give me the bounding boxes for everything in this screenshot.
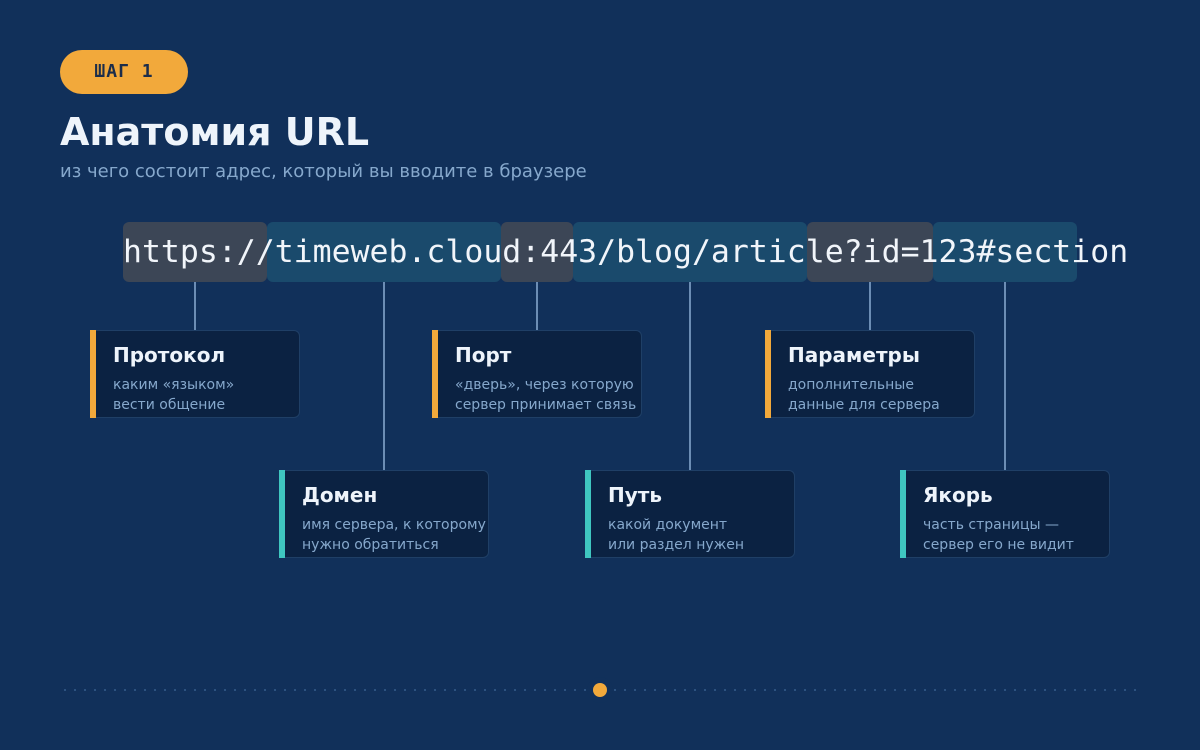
url-segment-port: :443 bbox=[521, 234, 598, 270]
page-subtitle: из чего состоит адрес, который вы вводит… bbox=[60, 161, 587, 182]
url-segment-domain: timeweb.cloud bbox=[274, 234, 522, 270]
card-domain: Домен имя сервера, к которому нужно обрат… bbox=[279, 470, 489, 558]
card-accent-bar bbox=[900, 470, 906, 558]
card-description: часть страницы — сервер его не видит bbox=[923, 517, 1074, 553]
url-segment-path: /blog/article bbox=[597, 234, 844, 270]
card-title: Якорь bbox=[923, 483, 993, 507]
card-title: Путь bbox=[608, 483, 663, 507]
url-segment-params: ?id=123 bbox=[843, 234, 977, 270]
card-description: какой документ или раздел нужен bbox=[608, 517, 745, 553]
page-title: Анатомия URL bbox=[60, 110, 370, 154]
card-title: Порт bbox=[455, 343, 512, 367]
url-text: https://timeweb.cloud:443/blog/article?i… bbox=[123, 222, 1128, 282]
card-description: «дверь», через которую сервер принимает с… bbox=[455, 377, 637, 413]
connector-params bbox=[869, 282, 871, 330]
card-accent-bar bbox=[765, 330, 771, 418]
card-description: дополнительные данные для сервера bbox=[788, 377, 940, 413]
connector-path bbox=[689, 282, 691, 470]
connector-anchor bbox=[1004, 282, 1006, 470]
card-params: Параметры дополнительные данные для серве… bbox=[765, 330, 975, 418]
card-title: Параметры bbox=[788, 343, 920, 367]
connector-port bbox=[536, 282, 538, 330]
card-title: Домен bbox=[302, 483, 378, 507]
card-accent-bar bbox=[90, 330, 96, 418]
connector-domain bbox=[383, 282, 385, 470]
card-accent-bar bbox=[432, 330, 438, 418]
card-title: Протокол bbox=[113, 343, 226, 367]
url-segment-protocol: https:// bbox=[123, 234, 275, 270]
progress-dot-active bbox=[593, 683, 607, 697]
card-protocol: Протокол каким «языком» вести общение bbox=[90, 330, 300, 418]
card-accent-bar bbox=[279, 470, 285, 558]
card-description: имя сервера, к которому нужно обратиться bbox=[302, 517, 486, 553]
card-accent-bar bbox=[585, 470, 591, 558]
card-path: Путь какой документ или раздел нужен bbox=[585, 470, 795, 558]
url-segment-anchor: #section bbox=[976, 234, 1129, 270]
connector-protocol bbox=[194, 282, 196, 330]
card-description: каким «языком» вести общение bbox=[113, 377, 235, 413]
step-badge: ШАГ 1 bbox=[60, 50, 188, 94]
card-anchor: Якорь часть страницы — сервер его не види… bbox=[900, 470, 1110, 558]
card-port: Порт «дверь», через которую сервер приним… bbox=[432, 330, 642, 418]
